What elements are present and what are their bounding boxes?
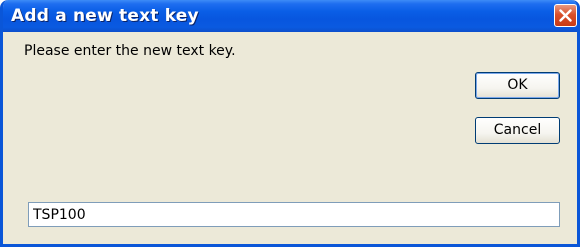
cancel-button[interactable]: Cancel (475, 117, 560, 144)
text-key-input[interactable] (28, 202, 560, 227)
title-bar[interactable]: Add a new text key (3, 0, 577, 32)
prompt-message: Please enter the new text key. (24, 43, 236, 59)
close-icon (559, 9, 572, 22)
ok-button[interactable]: OK (475, 72, 560, 99)
close-button[interactable] (554, 4, 577, 27)
dialog-window: Add a new text key Please enter the new … (0, 0, 580, 247)
dialog-title: Add a new text key (11, 6, 199, 26)
